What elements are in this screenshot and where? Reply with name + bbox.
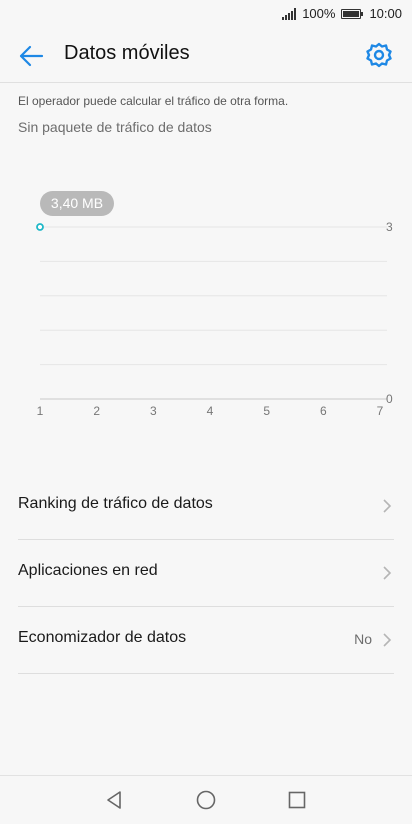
menu-item-value: No [354, 631, 372, 647]
x-tick-label: 5 [263, 404, 270, 418]
menu-item-apps-network[interactable]: Aplicaciones en red [18, 541, 394, 607]
x-tick-label: 7 [377, 404, 384, 418]
chevron-right-icon [383, 633, 392, 647]
x-tick-label: 3 [150, 404, 157, 418]
data-point [36, 223, 44, 231]
x-tick-label: 2 [93, 404, 100, 418]
gear-icon[interactable] [364, 40, 394, 70]
data-plan-label: Sin paquete de tráfico de datos [18, 119, 212, 135]
app-bar: Datos móviles [0, 28, 412, 83]
menu-item-ranking[interactable]: Ranking de tráfico de datos [18, 474, 394, 540]
chart-marks: 3,40 MB [36, 191, 114, 231]
usage-chart: 1 2 3 4 5 6 7 3 0 3,40 MB [36, 191, 393, 418]
chart-ticks: 1 2 3 4 5 6 7 3 0 [37, 220, 393, 418]
navigation-bar [0, 775, 412, 824]
back-triangle-icon[interactable] [102, 788, 126, 812]
home-circle-icon[interactable] [194, 788, 218, 812]
clock: 10:00 [369, 6, 402, 21]
back-arrow-icon[interactable] [16, 41, 46, 71]
menu-item-label: Economizador de datos [18, 629, 187, 646]
x-tick-label: 1 [37, 404, 44, 418]
chart-grid [40, 226, 387, 400]
battery-percent: 100% [302, 6, 336, 21]
chevron-right-icon [383, 566, 392, 580]
x-tick-label: 4 [207, 404, 214, 418]
usage-annotation: 3,40 MB [51, 195, 103, 211]
menu-item-label: Aplicaciones en red [18, 562, 158, 579]
menu-item-label: Ranking de tráfico de datos [18, 495, 213, 512]
battery-icon [341, 8, 364, 19]
signal-icon [282, 7, 297, 20]
y-tick-label: 0 [386, 392, 393, 406]
operator-note: El operador puede calcular el tráfico de… [18, 94, 289, 108]
menu-item-data-saver[interactable]: Economizador de datos No [18, 608, 394, 674]
recents-square-icon[interactable] [285, 788, 309, 812]
page-title: Datos móviles [64, 42, 190, 64]
chevron-right-icon [383, 499, 392, 513]
status-icons: 100% 10:00 [282, 6, 402, 21]
status-bar: 100% 10:00 [0, 0, 412, 28]
y-tick-label: 3 [386, 220, 393, 234]
x-tick-label: 6 [320, 404, 327, 418]
